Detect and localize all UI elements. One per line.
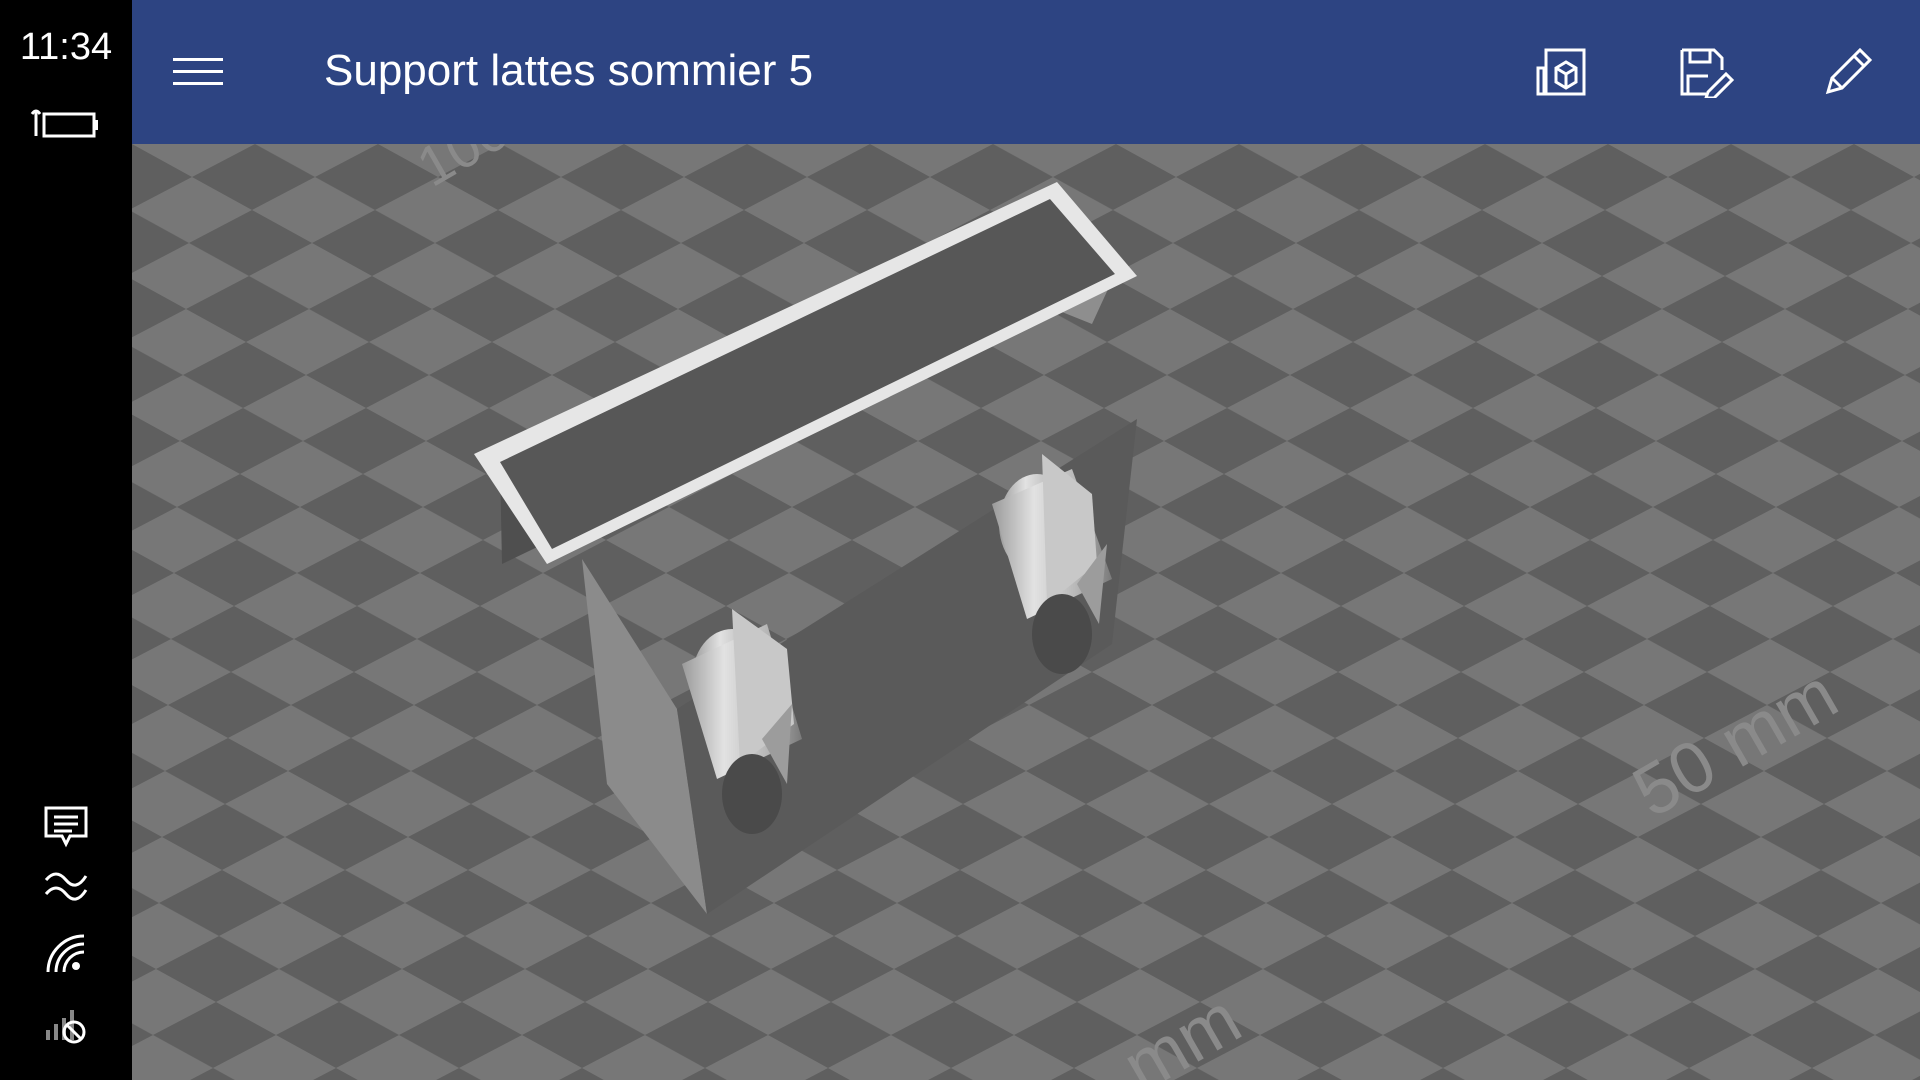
model-viewport[interactable]: 100 mm 50 mm mm: [132, 144, 1920, 1080]
message-icon[interactable]: [24, 804, 108, 848]
pencil-edit-icon[interactable]: [1816, 40, 1880, 104]
cellular-no-signal-icon[interactable]: [24, 1002, 108, 1046]
save-edit-icon[interactable]: [1674, 40, 1738, 104]
page-title: Support lattes sommier 5: [324, 46, 814, 95]
battery-icon: [24, 106, 108, 142]
wifi-icon[interactable]: [24, 932, 108, 976]
view-3d-icon[interactable]: [1530, 40, 1594, 104]
clock-time: 11:34: [19, 26, 113, 68]
hamburger-menu-icon[interactable]: [172, 46, 224, 98]
system-status-bar: 11:34: [0, 0, 132, 1080]
app-header: Support lattes sommier 5: [132, 0, 1920, 144]
focus-assist-icon[interactable]: [24, 866, 108, 906]
